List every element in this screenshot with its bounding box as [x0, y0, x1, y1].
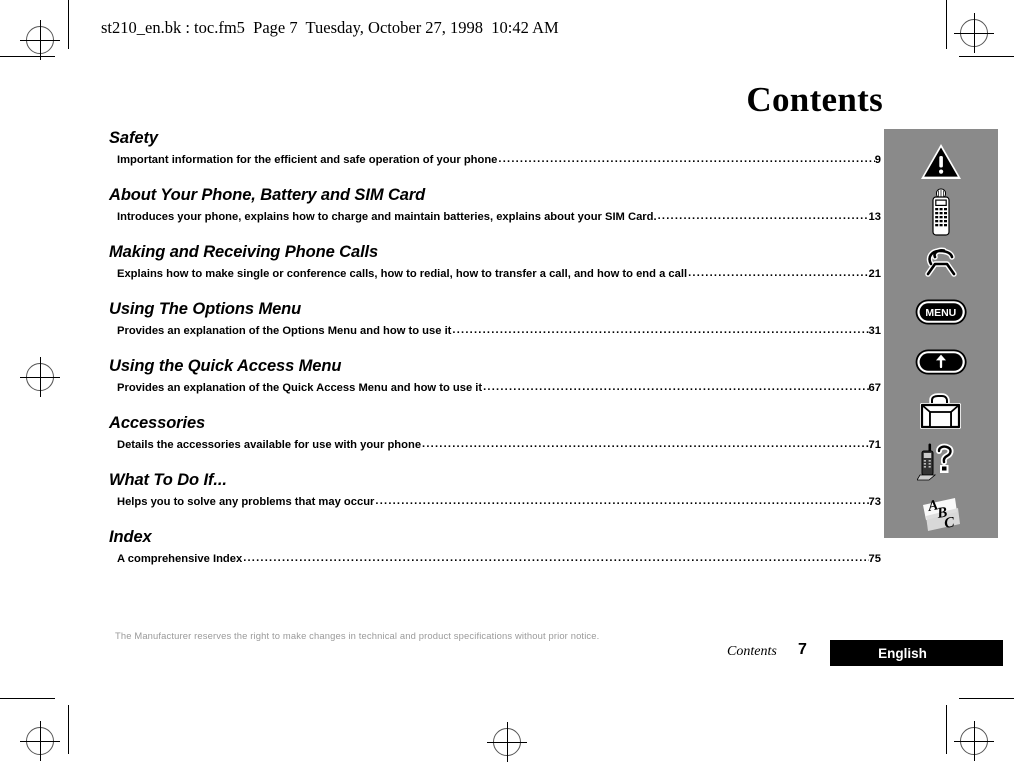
toc-entry-description: Details the accessories available for us… — [117, 438, 422, 451]
table-of-contents: Safety Important information for the effi… — [109, 128, 881, 573]
toc-leader-dots: ........................................… — [243, 551, 868, 564]
toc-entry-page-number: 21 — [868, 267, 881, 280]
toc-entry-row[interactable]: Introduces your phone, explains how to c… — [109, 208, 881, 225]
toc-entry-description: Introduces your phone, explains how to c… — [117, 210, 657, 223]
crop-line-top-left-horizontal — [0, 56, 55, 57]
toc-entry-heading[interactable]: Making and Receiving Phone Calls — [109, 242, 881, 264]
sidebar-icon-what-to-do-if — [884, 437, 998, 487]
registration-mark-top-left — [20, 20, 60, 60]
toc-entry-heading[interactable]: Using The Options Menu — [109, 299, 881, 321]
toc-entry-heading[interactable]: Safety — [109, 128, 881, 150]
toc-leader-dots: ........................................… — [688, 266, 869, 279]
toc-leader-dots: ........................................… — [498, 152, 874, 165]
toc-entry-heading[interactable]: Accessories — [109, 413, 881, 435]
crop-line-bottom-right-horizontal — [959, 698, 1014, 699]
warning-triangle-icon — [921, 144, 961, 179]
crop-line-top-right-horizontal — [959, 56, 1014, 57]
toc-entry[interactable]: What To Do If... Helps you to solve any p… — [109, 470, 881, 510]
toc-entry-page-number: 67 — [868, 381, 881, 394]
toc-entry-description: Provides an explanation of the Options M… — [117, 324, 452, 337]
toc-entry-heading[interactable]: What To Do If... — [109, 470, 881, 492]
crop-line-top-right — [946, 0, 947, 49]
language-tab-label: English — [878, 645, 927, 661]
page-title: Contents — [746, 80, 883, 119]
registration-mark-middle-left — [20, 357, 60, 397]
toc-entry-row[interactable]: Provides an explanation of the Options M… — [109, 322, 881, 339]
sidebar-icon-index: A B C — [884, 487, 998, 537]
toc-entry-spacer — [109, 174, 881, 185]
toc-entry-heading[interactable]: Using the Quick Access Menu — [109, 356, 881, 378]
toc-entry-page-number: 73 — [868, 495, 881, 508]
toc-leader-dots: ........................................… — [452, 323, 868, 336]
toc-entry-page-number: 31 — [868, 324, 881, 337]
language-tab: English — [830, 640, 1003, 666]
toc-leader-dots: ........................................… — [375, 494, 868, 507]
registration-mark-top-right — [954, 13, 994, 53]
toc-leader-dots: ........................................… — [422, 437, 869, 450]
toc-entry-heading[interactable]: Index — [109, 527, 881, 549]
up-arrow-button-icon — [915, 349, 967, 375]
disclaimer-text: The Manufacturer reserves the right to m… — [115, 630, 600, 641]
menu-button-icon: MENU — [915, 299, 967, 325]
menu-button-label: MENU — [925, 307, 956, 319]
toc-entry-description: Explains how to make single or conferenc… — [117, 267, 688, 280]
toc-entry-description: Important information for the efficient … — [117, 153, 498, 166]
crop-line-top-left — [68, 0, 69, 49]
footer-chapter-name: Contents — [727, 644, 777, 659]
toc-entry-row[interactable]: Provides an explanation of the Quick Acc… — [109, 379, 881, 396]
toc-entry[interactable]: Using The Options Menu Provides an explan… — [109, 299, 881, 339]
abc-index-icon: A B C — [923, 497, 960, 532]
toc-entry-row[interactable]: A comprehensive Index ..................… — [109, 550, 881, 567]
toc-entry-heading[interactable]: About Your Phone, Battery and SIM Card — [109, 185, 881, 207]
crop-line-bottom-right — [946, 705, 947, 754]
toc-entry[interactable]: About Your Phone, Battery and SIM Card In… — [109, 185, 881, 225]
toc-entry-row[interactable]: Important information for the efficient … — [109, 151, 881, 168]
toc-entry-spacer — [109, 231, 881, 242]
footer-page-number: 7 — [798, 641, 807, 658]
sidebar-icon-accessories — [884, 387, 998, 437]
toc-entry-page-number: 71 — [868, 438, 881, 451]
toc-entry-spacer — [109, 402, 881, 413]
toc-entry-description: A comprehensive Index — [117, 552, 243, 565]
toc-entry-row[interactable]: Helps you to solve any problems that may… — [109, 493, 881, 510]
registration-mark-bottom-center — [487, 722, 527, 762]
sidebar-icon-about-phone — [884, 187, 998, 237]
toc-entry-row[interactable]: Explains how to make single or conferenc… — [109, 265, 881, 282]
sidebar-icon-quick-access-menu — [884, 337, 998, 387]
toc-entry-spacer — [109, 345, 881, 356]
briefcase-icon — [920, 393, 961, 429]
toc-entry-spacer — [109, 288, 881, 299]
chapter-icon-sidebar: MENU A B C — [884, 129, 998, 538]
sidebar-icon-phone-calls — [884, 237, 998, 287]
crop-line-bottom-left-horizontal — [0, 698, 55, 699]
toc-leader-dots: ........................................… — [657, 209, 869, 222]
toc-entry[interactable]: Index A comprehensive Index .............… — [109, 527, 881, 567]
toc-entry-page-number: 9 — [874, 153, 881, 166]
toc-entry-page-number: 13 — [868, 210, 881, 223]
toc-entry[interactable]: Accessories Details the accessories avail… — [109, 413, 881, 453]
sidebar-icon-options-menu: MENU — [884, 287, 998, 337]
mobile-phone-icon — [932, 188, 950, 236]
toc-entry[interactable]: Making and Receiving Phone Calls Explains… — [109, 242, 881, 282]
ringing-handset-icon — [925, 247, 957, 277]
crop-line-bottom-left — [68, 705, 69, 754]
toc-entry[interactable]: Safety Important information for the effi… — [109, 128, 881, 168]
toc-entry[interactable]: Using the Quick Access Menu Provides an e… — [109, 356, 881, 396]
registration-mark-bottom-left — [20, 721, 60, 761]
toc-leader-dots: ........................................… — [483, 380, 868, 393]
file-info-header: st210_en.bk : toc.fm5 Page 7 Tuesday, Oc… — [101, 18, 559, 37]
toc-entry-spacer — [109, 516, 881, 527]
registration-mark-bottom-right — [954, 721, 994, 761]
toc-entry-row[interactable]: Details the accessories available for us… — [109, 436, 881, 453]
sidebar-icon-safety — [884, 137, 998, 187]
toc-entry-spacer — [109, 459, 881, 470]
toc-entry-description: Helps you to solve any problems that may… — [117, 495, 375, 508]
toc-entry-page-number: 75 — [868, 552, 881, 565]
toc-entry-description: Provides an explanation of the Quick Acc… — [117, 381, 483, 394]
phone-question-icon — [917, 443, 954, 481]
